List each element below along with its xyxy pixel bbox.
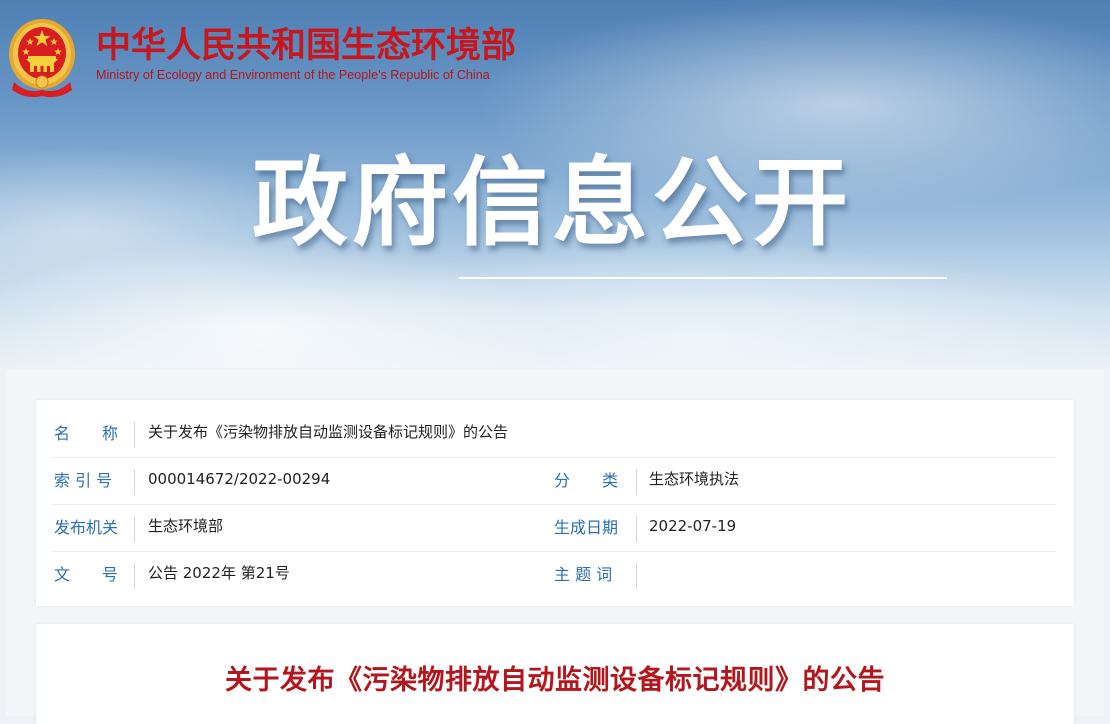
info-row-issuer: 发布机关 生态环境部 生成日期 2022-07-19 [52, 504, 1056, 552]
info-row-index: 索 引 号 000014672/2022-00294 分 类 生态环境执法 [52, 457, 1056, 505]
keywords-label: 主 题 词 [554, 565, 613, 584]
document-info-table: 名 称 关于发布《污染物排放自动监测设备标记规则》的公告 索 引 号 00001… [36, 400, 1074, 606]
banner-title: 政府信息公开 [252, 147, 852, 259]
ministry-name-cn[interactable]: 中华人民共和国生态环境部 [96, 26, 516, 66]
doc-number-value: 公告 2022年 第21号 [148, 564, 290, 582]
column-divider [636, 563, 637, 589]
column-divider [134, 469, 135, 495]
article-title: 关于发布《污染物排放自动监测设备标记规则》的公告 [225, 665, 885, 696]
index-label: 索 引 号 [54, 471, 113, 490]
name-label-text: 名 称 [54, 424, 119, 443]
name-label: 名 称 [54, 410, 118, 457]
national-emblem-icon[interactable] [6, 16, 78, 98]
column-divider [636, 516, 637, 542]
column-divider [636, 469, 637, 495]
category-value: 生态环境执法 [649, 470, 740, 488]
header-banner: 中华人民共和国生态环境部 Ministry of Ecology and Env… [0, 0, 1110, 368]
date-value: 2022-07-19 [649, 517, 737, 535]
date-label: 生成日期 [554, 518, 619, 537]
column-divider [134, 516, 135, 542]
index-value: 000014672/2022-00294 [148, 470, 331, 488]
banner-divider [459, 277, 947, 279]
column-divider [134, 563, 135, 589]
info-row-docno: 文 号 公告 2022年 第21号 主 题 词 [52, 551, 1056, 598]
issuer-label: 发布机关 [54, 518, 119, 537]
ministry-name-en[interactable]: Ministry of Ecology and Environment of t… [96, 68, 490, 82]
info-row-name: 名 称 关于发布《污染物排放自动监测设备标记规则》的公告 [52, 410, 1056, 458]
issuer-value: 生态环境部 [148, 517, 224, 535]
column-divider [134, 422, 135, 448]
category-label: 分 类 [554, 471, 619, 490]
name-value: 关于发布《污染物排放自动监测设备标记规则》的公告 [148, 423, 509, 441]
doc-number-label: 文 号 [54, 565, 119, 584]
